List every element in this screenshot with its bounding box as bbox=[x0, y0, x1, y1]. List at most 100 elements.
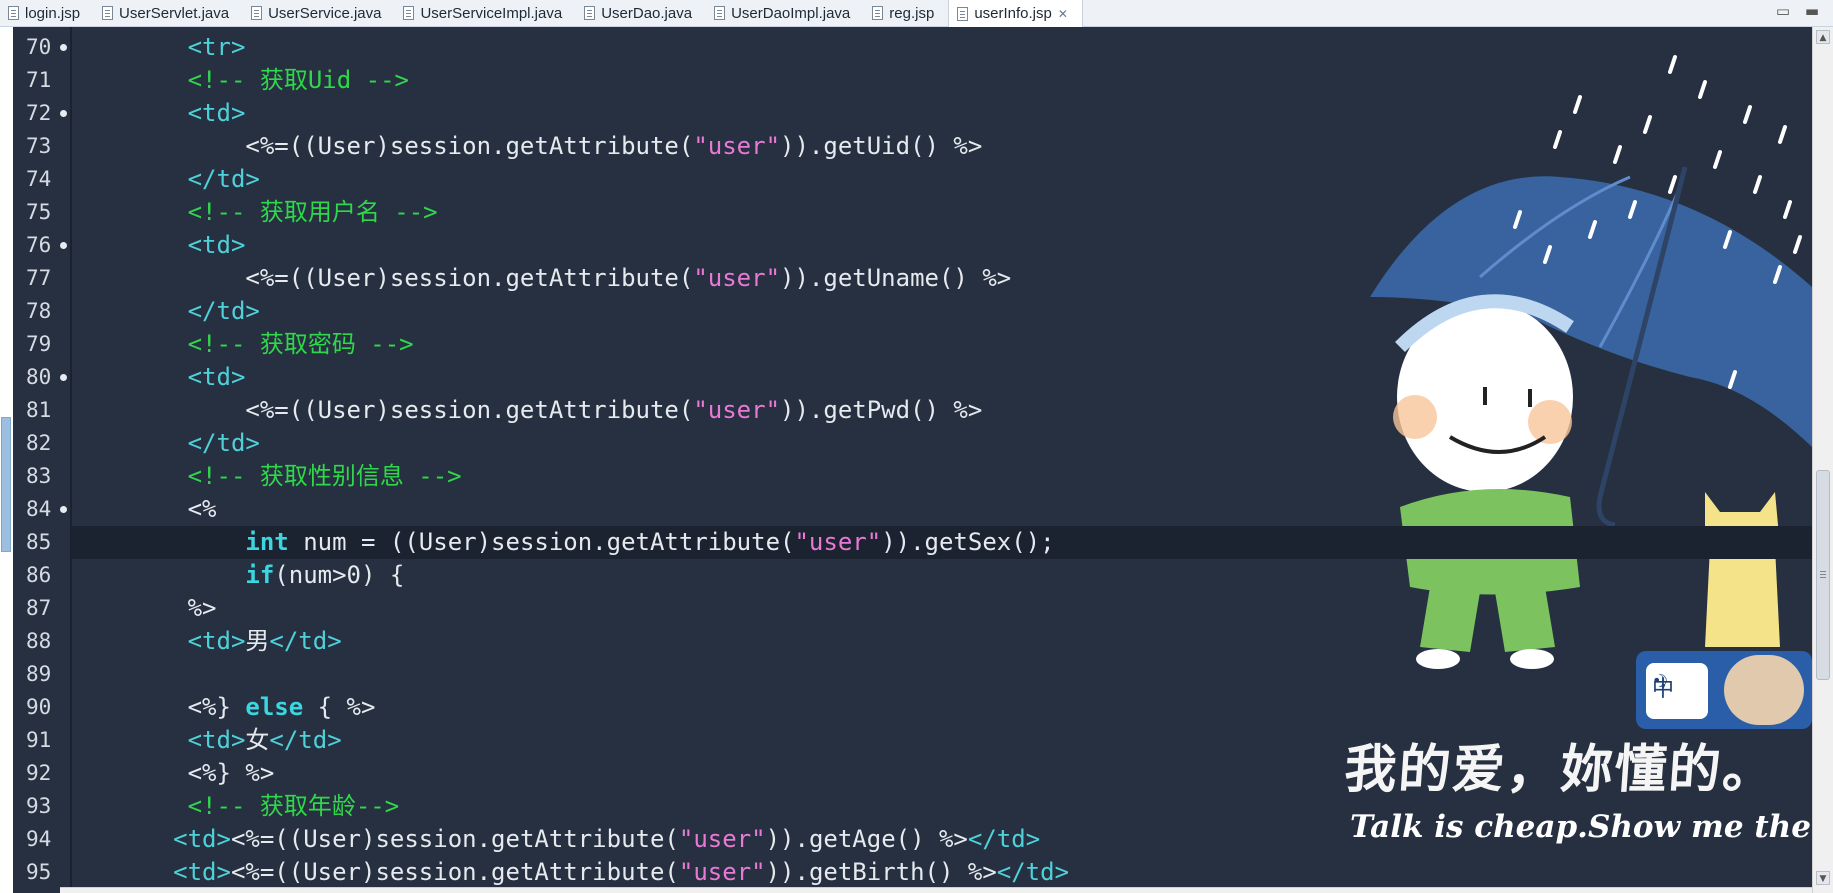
editor-tab[interactable]: UserDao.java bbox=[576, 0, 706, 26]
line-number-text: 75 bbox=[26, 200, 52, 224]
code-line[interactable]: <td> bbox=[72, 361, 1812, 394]
code-line[interactable]: <!-- 获取年龄--> bbox=[72, 790, 1812, 823]
code-token: )).getUid() %> bbox=[780, 132, 983, 160]
code-line[interactable]: <%=((User)session.getAttribute("user")).… bbox=[72, 262, 1812, 295]
close-tab-icon[interactable]: ✕ bbox=[1058, 7, 1068, 21]
code-line[interactable]: int num = ((User)session.getAttribute("u… bbox=[72, 526, 1812, 559]
editor-tab[interactable]: UserDaoImpl.java bbox=[706, 0, 864, 26]
line-number: 92 bbox=[13, 757, 70, 790]
code-token: </td> bbox=[967, 825, 1041, 853]
scroll-up-button[interactable]: ▲ bbox=[1816, 30, 1830, 44]
code-token: </td> bbox=[269, 726, 342, 754]
ime-status-widget[interactable]: 中 ☽ •, bbox=[1636, 651, 1812, 729]
code-line[interactable]: <td><%=((User)session.getAttribute("user… bbox=[72, 823, 1812, 856]
maximize-editor-button[interactable]: ▬ bbox=[1805, 2, 1819, 20]
line-number: 87 bbox=[13, 592, 70, 625]
code-line[interactable]: </td> bbox=[72, 295, 1812, 328]
code-line[interactable]: <!-- 获取性别信息 --> bbox=[72, 460, 1812, 493]
code-token: <%=((User)session.getAttribute( bbox=[72, 396, 694, 424]
code-token: <%} bbox=[72, 693, 246, 721]
line-number: 73 bbox=[13, 130, 70, 163]
line-number-text: 77 bbox=[26, 266, 52, 290]
tab-label: UserDao.java bbox=[601, 4, 693, 22]
code-line[interactable]: <td><%=((User)session.getAttribute("user… bbox=[72, 856, 1812, 889]
line-number: 91 bbox=[13, 724, 70, 757]
line-number-text: 71 bbox=[26, 68, 52, 92]
code-token: "user" bbox=[693, 132, 781, 160]
code-line[interactable]: <!-- 获取密码 --> bbox=[72, 328, 1812, 361]
code-line[interactable] bbox=[72, 658, 1812, 691]
code-line[interactable]: </td> bbox=[72, 163, 1812, 196]
fold-toggle-icon[interactable] bbox=[60, 44, 67, 51]
line-number: 80 bbox=[13, 361, 70, 394]
code-line[interactable]: </td> bbox=[72, 427, 1812, 460]
code-editor[interactable]: 70 71 72 73 74 75 76 77 78 79 80 81 82 83 84 85 86 87 88 89… bbox=[0, 27, 1812, 893]
fold-toggle-icon[interactable] bbox=[60, 506, 67, 513]
fold-toggle-icon[interactable] bbox=[60, 242, 67, 249]
code-line[interactable]: if(num>0) { bbox=[72, 559, 1812, 592]
editor-tab[interactable]: userInfo.jsp ✕ bbox=[948, 0, 1083, 27]
tab-label: reg.jsp bbox=[889, 4, 935, 22]
code-text-area[interactable]: <tr> <!-- 获取Uid --> <td> <%=((User)sessi… bbox=[72, 31, 1812, 889]
editor-tab[interactable]: UserServiceImpl.java bbox=[395, 0, 576, 26]
ime-language-button[interactable]: 中 ☽ •, bbox=[1646, 663, 1708, 719]
code-token: </td> bbox=[187, 165, 260, 193]
editor-tab[interactable]: reg.jsp bbox=[864, 0, 948, 26]
file-icon bbox=[957, 6, 969, 21]
code-line[interactable]: %> bbox=[72, 592, 1812, 625]
code-line[interactable]: <% bbox=[72, 493, 1812, 526]
code-token: "user" bbox=[693, 396, 781, 424]
code-token: num = ((User)session.getAttribute( bbox=[288, 528, 795, 556]
code-token: if bbox=[245, 561, 275, 589]
scroll-down-button[interactable]: ▼ bbox=[1816, 871, 1830, 885]
minimize-editor-button[interactable]: ▭ bbox=[1776, 2, 1790, 20]
line-number: 79 bbox=[13, 328, 70, 361]
code-line[interactable]: <td>男</td> bbox=[72, 625, 1812, 658]
line-number: 94 bbox=[13, 823, 70, 856]
code-line[interactable]: <%} %> bbox=[72, 757, 1812, 790]
editor-tab[interactable]: login.jsp bbox=[0, 0, 94, 26]
change-marker-ruler bbox=[0, 27, 13, 893]
line-number: 75 bbox=[13, 196, 70, 229]
scroll-thumb[interactable] bbox=[1816, 470, 1830, 680]
tab-label: UserDaoImpl.java bbox=[731, 4, 851, 22]
code-line[interactable]: <!-- 获取Uid --> bbox=[72, 64, 1812, 97]
vertical-scrollbar[interactable]: ▲ ▼ bbox=[1812, 27, 1833, 893]
fold-toggle-icon[interactable] bbox=[60, 374, 67, 381]
line-number: 95 bbox=[13, 856, 70, 889]
code-line[interactable]: <td> bbox=[72, 229, 1812, 262]
tab-label: UserServiceImpl.java bbox=[420, 4, 563, 22]
editor-tab[interactable]: UserService.java bbox=[243, 0, 395, 26]
code-line[interactable]: <%=((User)session.getAttribute("user")).… bbox=[72, 394, 1812, 427]
code-token: )).getPwd() %> bbox=[780, 396, 983, 424]
fold-toggle-icon[interactable] bbox=[60, 110, 67, 117]
code-line[interactable]: <td> bbox=[72, 97, 1812, 130]
code-line[interactable]: <td>女</td> bbox=[72, 724, 1812, 757]
code-line[interactable]: <%=((User)session.getAttribute("user")).… bbox=[72, 130, 1812, 163]
code-token: int bbox=[245, 528, 289, 556]
code-token: <!-- 获取用户名 --> bbox=[187, 198, 438, 226]
line-number: 93 bbox=[13, 790, 70, 823]
tab-label: login.jsp bbox=[25, 4, 81, 22]
code-token: </td> bbox=[269, 627, 342, 655]
horizontal-scrollbar[interactable] bbox=[60, 887, 1812, 893]
code-line[interactable]: <tr> bbox=[72, 31, 1812, 64]
code-token: "user" bbox=[678, 825, 766, 853]
ime-skin-avatar bbox=[1724, 655, 1804, 725]
code-token: <!-- 获取密码 --> bbox=[187, 330, 414, 358]
code-line[interactable]: <%} else { %> bbox=[72, 691, 1812, 724]
file-icon bbox=[872, 6, 884, 20]
file-icon bbox=[584, 6, 596, 20]
line-number-text: 84 bbox=[26, 497, 52, 521]
line-number-text: 94 bbox=[26, 827, 52, 851]
file-icon bbox=[714, 6, 726, 20]
editor-tab[interactable]: UserServlet.java bbox=[94, 0, 243, 26]
code-line[interactable]: <!-- 获取用户名 --> bbox=[72, 196, 1812, 229]
code-token: )).getAge() %> bbox=[765, 825, 968, 853]
